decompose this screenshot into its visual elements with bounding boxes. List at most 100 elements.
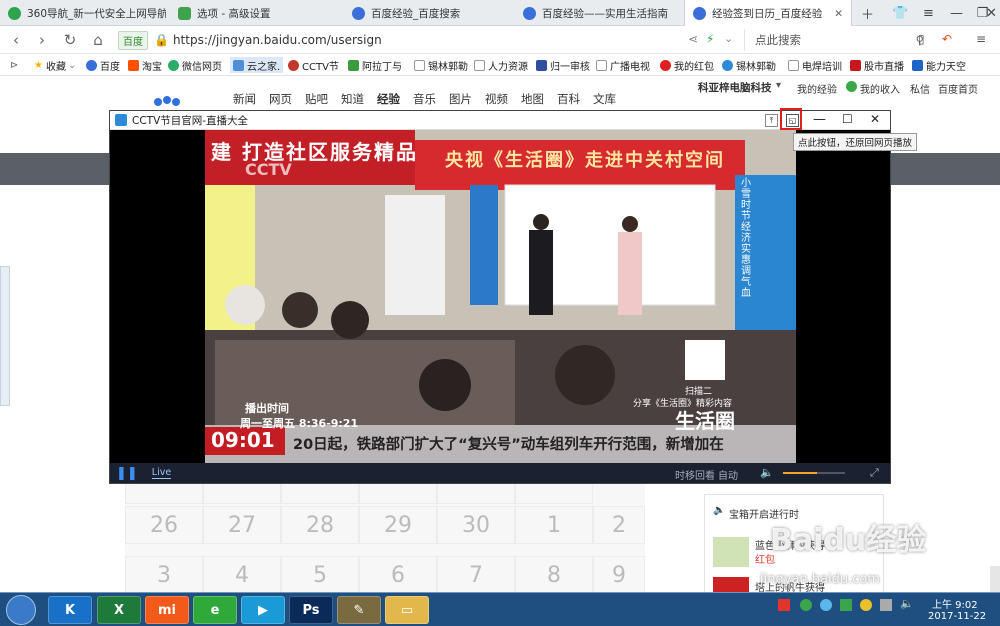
pause-button[interactable]: ❚❚ bbox=[116, 466, 138, 481]
nav-wenku[interactable]: 文库 bbox=[593, 91, 616, 107]
bookmark-item[interactable]: CCTV节 bbox=[288, 57, 339, 73]
bookmark-item[interactable]: 锡林郭勒 bbox=[722, 57, 776, 73]
tab-baidu-search[interactable]: 百度经验_百度搜索 bbox=[344, 0, 512, 26]
tab-360-nav[interactable]: 360导航_新一代安全上网导航 bbox=[0, 0, 166, 26]
lightning-icon[interactable]: ⚡ bbox=[706, 32, 714, 46]
username[interactable]: 科亚梓电脑科技 bbox=[698, 80, 772, 95]
calendar-day[interactable]: 27 bbox=[203, 506, 281, 544]
shirt-skin-icon[interactable]: 👕 bbox=[886, 0, 915, 26]
calendar-day[interactable]: 3 bbox=[125, 556, 203, 592]
quality-auto-button[interactable]: 自动 bbox=[718, 467, 738, 482]
tray-app-icon[interactable] bbox=[860, 599, 872, 611]
share-icon[interactable]: ⋖ bbox=[688, 32, 698, 46]
start-button[interactable] bbox=[6, 595, 36, 625]
calendar-day[interactable]: 30 bbox=[437, 506, 515, 544]
calendar-day[interactable]: 9 bbox=[593, 556, 645, 592]
calendar-day[interactable]: 2 bbox=[593, 506, 645, 544]
nav-baike[interactable]: 百科 bbox=[557, 91, 580, 107]
link-messages[interactable]: 私信 bbox=[910, 81, 930, 96]
sidebar-toggle-icon[interactable]: ⊳ bbox=[10, 57, 18, 73]
tray-360-icon[interactable] bbox=[800, 599, 812, 611]
tab-baidu-jingyan[interactable]: 百度经验——实用生活指南 bbox=[515, 0, 683, 26]
bookmark-item[interactable]: 广播电视 bbox=[596, 57, 650, 73]
taskbar-photoshop[interactable]: Ps bbox=[289, 596, 333, 624]
new-tab-button[interactable]: ＋ bbox=[853, 0, 882, 26]
bookmark-item[interactable]: 微信网页 bbox=[168, 57, 222, 73]
clock-time[interactable]: 上午 9:02 bbox=[932, 596, 978, 611]
nav-tieba[interactable]: 贴吧 bbox=[305, 91, 328, 107]
link-my-income[interactable]: 我的收入 bbox=[860, 81, 900, 96]
bookmark-item[interactable]: 电焊培训 bbox=[788, 57, 842, 73]
bookmark-item[interactable]: 淘宝 bbox=[128, 57, 162, 73]
nav-video[interactable]: 视频 bbox=[485, 91, 508, 107]
close-player-button[interactable]: ✕ bbox=[870, 112, 880, 126]
bookmark-item[interactable]: 我的红包 bbox=[660, 57, 714, 73]
tray-volume-icon[interactable]: 🔈 bbox=[900, 597, 914, 610]
tray-shield-icon[interactable] bbox=[840, 599, 852, 611]
taskbar-k-app[interactable]: K bbox=[48, 596, 92, 624]
menu-icon[interactable]: ≡ bbox=[976, 32, 986, 46]
fullscreen-icon[interactable]: ⤢ bbox=[870, 466, 879, 480]
calendar-day[interactable]: 1 bbox=[515, 506, 593, 544]
nav-news[interactable]: 新闻 bbox=[233, 91, 256, 107]
chevron-down-icon[interactable]: ⌄ bbox=[724, 32, 733, 45]
search-input[interactable]: 点此搜索 ⚲ bbox=[744, 29, 924, 51]
clock-date[interactable]: 2017-11-22 bbox=[928, 611, 986, 622]
close-tab-icon[interactable]: ✕ bbox=[828, 8, 843, 20]
nav-map[interactable]: 地图 bbox=[521, 91, 544, 107]
tray-flag-icon[interactable] bbox=[880, 599, 892, 611]
calendar-day[interactable]: 28 bbox=[281, 506, 359, 544]
nav-jingyan[interactable]: 经验 bbox=[377, 91, 400, 107]
tab-usersign[interactable]: 经验签到日历_百度经验 ✕ bbox=[684, 0, 852, 27]
bookmark-item[interactable]: 股市直播 bbox=[850, 57, 904, 73]
nav-web[interactable]: 网页 bbox=[269, 91, 292, 107]
calendar-day[interactable]: 4 bbox=[203, 556, 281, 592]
undo-icon[interactable]: ↶ bbox=[942, 32, 952, 46]
pin-icon[interactable]: ⤒ bbox=[765, 114, 778, 127]
url-field[interactable]: 百度 🔒 https://jingyan.baidu.com/usersign bbox=[118, 29, 738, 51]
timeshift-button[interactable]: 时移回看 bbox=[675, 467, 715, 482]
player-title-bar[interactable]: CCTV节目官网-直播大全 ⤒ ◱ — ☐ ✕ bbox=[110, 111, 890, 130]
tab-settings[interactable]: 选项 - 高级设置 bbox=[170, 0, 340, 26]
taskbar-mi[interactable]: mi bbox=[145, 596, 189, 624]
link-my-jingyan[interactable]: 我的经验 bbox=[797, 81, 837, 96]
calendar-day[interactable]: 5 bbox=[281, 556, 359, 592]
back-button[interactable]: ‹ bbox=[6, 30, 26, 50]
bookmark-item[interactable]: 百度 bbox=[86, 57, 120, 73]
bookmark-item[interactable]: 归一审核 bbox=[536, 57, 590, 73]
calendar-day[interactable]: 8 bbox=[515, 556, 593, 592]
calendar-day[interactable]: 7 bbox=[437, 556, 515, 592]
chevron-down-icon[interactable]: ▾ bbox=[776, 80, 781, 91]
calendar-day[interactable]: 6 bbox=[359, 556, 437, 592]
bookmark-item[interactable]: 人力资源 bbox=[474, 57, 528, 73]
maximize-player-button[interactable]: ☐ bbox=[842, 112, 853, 126]
tray-s-icon[interactable] bbox=[778, 599, 790, 611]
nav-images[interactable]: 图片 bbox=[449, 91, 472, 107]
volume-icon[interactable]: 🔈 bbox=[760, 466, 774, 479]
minimize-player-button[interactable]: — bbox=[813, 112, 826, 127]
bookmark-item[interactable]: 锡林郭勒 bbox=[414, 57, 468, 73]
taskbar-360-browser[interactable]: e bbox=[193, 596, 237, 624]
reload-button[interactable]: ↻ bbox=[60, 30, 80, 50]
home-button[interactable]: ⌂ bbox=[88, 30, 108, 50]
side-handle[interactable] bbox=[0, 266, 10, 406]
menu-icon[interactable]: ≡ bbox=[914, 0, 943, 26]
nav-music[interactable]: 音乐 bbox=[413, 91, 436, 107]
minimize-window-button[interactable]: — bbox=[942, 0, 971, 26]
reader-icon[interactable]: ▯ bbox=[918, 32, 925, 46]
taskbar-player[interactable]: ▶ bbox=[241, 596, 285, 624]
taskbar-excel[interactable]: X bbox=[97, 596, 141, 624]
close-window-button[interactable]: ✕ bbox=[983, 0, 1000, 26]
calendar-day[interactable]: 26 bbox=[125, 506, 203, 544]
scrollbar[interactable] bbox=[990, 566, 1000, 592]
bookmark-item[interactable]: 阿拉丁与 bbox=[348, 57, 402, 73]
forward-button[interactable]: › bbox=[32, 30, 52, 50]
calendar-day[interactable]: 29 bbox=[359, 506, 437, 544]
taskbar-paint[interactable]: ✎ bbox=[337, 596, 381, 624]
bookmark-item[interactable]: 能力天空 bbox=[912, 57, 966, 73]
video-frame[interactable]: 建 打造社区服务精品 央视《生活圈》走进中关村空间 CCTV 小雪时节 经济实惠… bbox=[205, 130, 796, 463]
link-baidu-home[interactable]: 百度首页 bbox=[938, 81, 978, 96]
bookmark-item[interactable]: 云之家. bbox=[230, 57, 284, 73]
nav-zhidao[interactable]: 知道 bbox=[341, 91, 364, 107]
tray-network-icon[interactable] bbox=[820, 599, 832, 611]
